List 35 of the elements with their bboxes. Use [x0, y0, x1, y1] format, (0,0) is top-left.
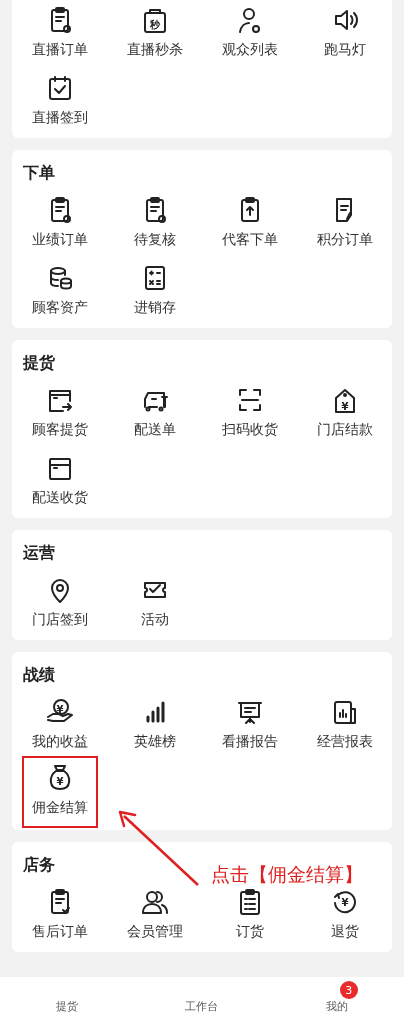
tab[interactable]: 工作台: [185, 1000, 219, 1013]
menu-item[interactable]: 跑马灯: [315, 0, 374, 66]
menu-item[interactable]: 售后订单: [23, 880, 96, 948]
menu-item[interactable]: 业绩订单: [23, 188, 96, 256]
menu-item[interactable]: 扫码收货: [213, 378, 286, 446]
menu-item[interactable]: 配送收货: [23, 446, 96, 514]
menu-item[interactable]: 积分订单: [308, 188, 381, 256]
section-title: 提货: [23, 352, 55, 374]
menu-item[interactable]: ¥ 我的收益: [23, 690, 96, 758]
menu-item[interactable]: 经营报表: [308, 690, 381, 758]
highlighted-menu-item[interactable]: ¥ 佣金结算: [21, 756, 98, 828]
section-title: 战绩: [23, 664, 55, 686]
section-title: 店务: [23, 854, 55, 876]
menu-item[interactable]: ¥ 门店结款: [308, 378, 381, 446]
tab[interactable]: 提货: [56, 1000, 79, 1013]
menu-item[interactable]: 直播订单: [23, 0, 96, 66]
menu-item[interactable]: 观众列表: [213, 0, 286, 66]
menu-item[interactable]: 代客下单: [213, 188, 286, 256]
annotation-text: 点击【佣金结算】: [211, 862, 363, 887]
menu-item[interactable]: 秒 直播秒杀: [118, 0, 191, 66]
section-title: 下单: [23, 162, 55, 184]
tab[interactable]: 我的: [325, 1000, 348, 1013]
menu-item[interactable]: 顾客提货: [23, 378, 96, 446]
menu-item[interactable]: 顾客资产: [23, 256, 96, 324]
menu-item[interactable]: 配送单: [125, 378, 184, 446]
menu-item[interactable]: 直播签到: [23, 66, 96, 134]
menu-item[interactable]: 进销存: [125, 256, 184, 324]
menu-item[interactable]: 英雄榜: [125, 690, 184, 758]
menu-item[interactable]: 会员管理: [118, 880, 191, 948]
menu-item[interactable]: 活动: [131, 568, 178, 636]
menu-item[interactable]: 看播报告: [213, 690, 286, 758]
section-title: 运营: [23, 542, 55, 564]
notification-badge: 3: [339, 981, 358, 999]
menu-item[interactable]: 待复核: [125, 188, 184, 256]
menu-item[interactable]: 门店签到: [23, 568, 96, 636]
